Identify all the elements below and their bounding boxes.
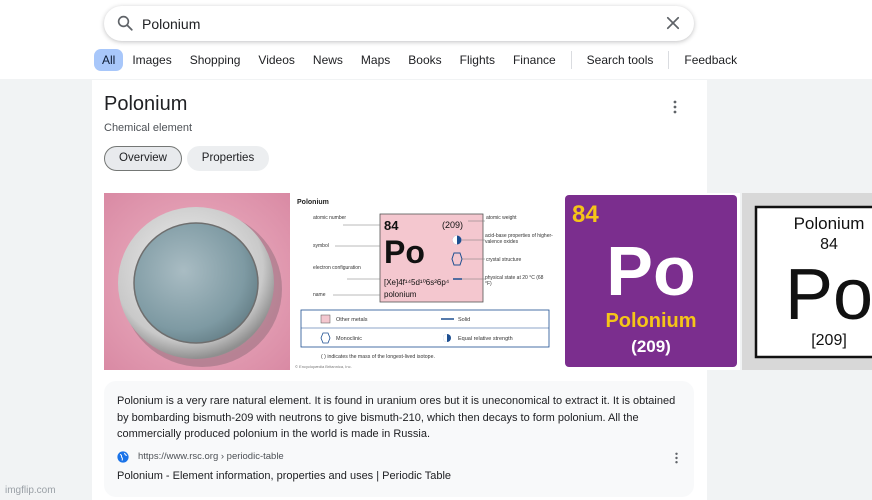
label-name: name: [313, 292, 326, 298]
svg-text:atomic number symbol: atomic number symbol electron configurat…: [313, 215, 362, 298]
search-box[interactable]: [104, 6, 694, 41]
element-tile-image[interactable]: 84 Po Polonium (209): [563, 193, 740, 370]
tabs-divider: [570, 51, 572, 69]
featured-snippet: Polonium is a very rare natural element.…: [104, 381, 694, 497]
watermark: imgflip.com: [5, 485, 56, 496]
label-atomic-number: atomic number: [313, 215, 346, 221]
tab-flights[interactable]: Flights: [451, 49, 504, 71]
label-acid-base: acid-base properties of higher-valence o…: [485, 233, 553, 245]
label-symbol: symbol: [313, 243, 329, 249]
tile-atomic-number: 84: [572, 201, 599, 228]
tile-mass: (209): [631, 337, 671, 356]
label-physical-state: physical state at 20 °C (68 °F): [485, 275, 544, 287]
tab-videos[interactable]: Videos: [249, 49, 303, 71]
tab-overview[interactable]: Overview: [104, 146, 182, 171]
tab-books[interactable]: Books: [399, 49, 450, 71]
label-atomic-weight: atomic weight: [486, 215, 517, 221]
card-mass: [209]: [811, 332, 847, 349]
search-tabs: All Images Shopping Videos News Maps Boo…: [94, 49, 746, 71]
diagram-credit: © Encyclopædia Britannica, Inc.: [295, 364, 352, 369]
legend-solid: Solid: [458, 317, 470, 323]
diagram-symbol: Po: [384, 234, 425, 270]
label-crystal-structure: crystal structure: [486, 257, 522, 263]
more-options-icon[interactable]: [674, 452, 679, 464]
diagram-configuration: [Xe]4f¹⁴5d¹⁰6s²6p⁴: [384, 278, 450, 287]
polonium-sample-photo[interactable]: [104, 193, 290, 370]
top-bar: All Images Shopping Videos News Maps Boo…: [0, 0, 872, 79]
feedback-link[interactable]: Feedback: [675, 49, 746, 71]
search-icon[interactable]: [116, 14, 134, 32]
diagram-heading: Polonium: [297, 199, 329, 206]
panel-subtitle: Chemical element: [104, 122, 193, 134]
diagram-footnote: ( ) indicates the mass of the longest-li…: [321, 354, 435, 360]
source-url[interactable]: https://www.rsc.org › periodic-table: [138, 451, 284, 462]
panel-title: Polonium: [104, 93, 188, 115]
tab-finance[interactable]: Finance: [504, 49, 565, 71]
element-diagram[interactable]: Polonium 84 (209) Po [Xe]4f¹⁴5d¹⁰6s²6p⁴ …: [291, 193, 559, 370]
svg-text:atomic weight: atomic weight: [486, 215, 517, 221]
search-input[interactable]: [142, 12, 642, 35]
more-options-icon[interactable]: [672, 100, 678, 114]
source-title-link[interactable]: Polonium - Element information, properti…: [117, 470, 451, 482]
diagram-name: polonium: [384, 290, 417, 299]
legend-equal-strength: Equal relative strength: [458, 336, 513, 342]
card-symbol: Po: [785, 255, 872, 335]
tab-news[interactable]: News: [304, 49, 352, 71]
card-number: 84: [820, 236, 838, 253]
legend-monoclinic: Monoclinic: [336, 336, 362, 342]
tab-maps[interactable]: Maps: [352, 49, 399, 71]
close-icon[interactable]: [664, 14, 682, 32]
tab-all[interactable]: All: [94, 49, 124, 71]
tab-shopping[interactable]: Shopping: [181, 49, 250, 71]
card-name: Polonium: [794, 214, 865, 233]
sample-disc-image: [104, 193, 290, 370]
snippet-text: Polonium is a very rare natural element.…: [117, 395, 676, 440]
globe-icon: [117, 451, 129, 463]
legend-other-metals: Other metals: [336, 317, 368, 323]
diagram-atomic-number: 84: [384, 218, 399, 233]
diagram-weight: (209): [442, 220, 463, 230]
tab-images[interactable]: Images: [123, 49, 180, 71]
tile-name: Polonium: [605, 310, 696, 332]
tab-properties[interactable]: Properties: [187, 146, 269, 171]
periodic-card-image[interactable]: Polonium 84 Po [209]: [742, 193, 872, 370]
svg-text:crystal structure: crystal structure: [486, 257, 522, 263]
search-tools-button[interactable]: Search tools: [578, 49, 663, 71]
label-electron-configuration: electron configuration: [313, 265, 361, 271]
tile-symbol: Po: [606, 232, 695, 310]
tabs-divider: [668, 51, 670, 69]
